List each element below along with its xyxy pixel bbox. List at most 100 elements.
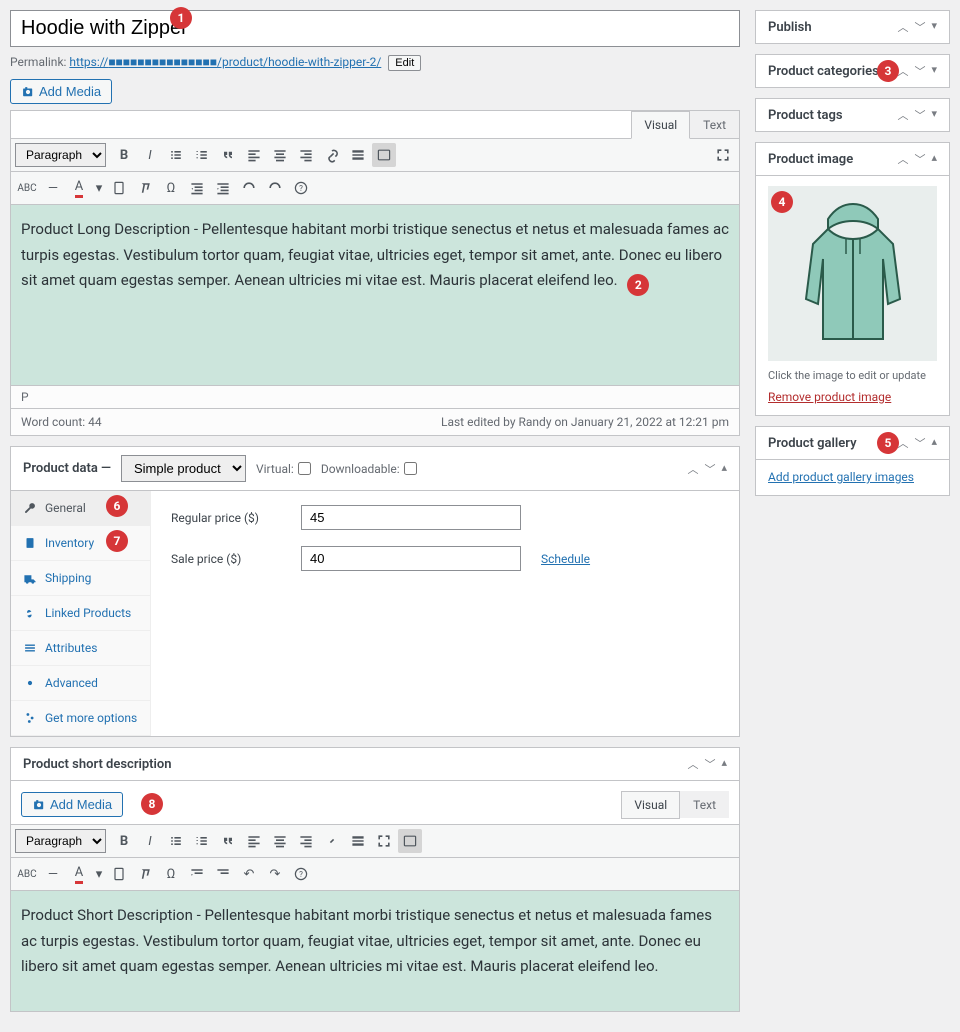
blockquote-icon[interactable]: [216, 829, 240, 853]
chevron-down-icon[interactable]: ﹀: [914, 19, 925, 35]
chevron-up-icon[interactable]: ︿: [897, 435, 908, 451]
visual-tab-short[interactable]: Visual: [621, 791, 680, 819]
link-icon[interactable]: [320, 829, 344, 853]
text-color-chevron-icon[interactable]: ▾: [93, 176, 105, 200]
redo-icon[interactable]: [263, 176, 287, 200]
remove-image-link[interactable]: Remove product image: [768, 390, 891, 404]
blockquote-icon[interactable]: [216, 143, 240, 167]
short-description-editor[interactable]: Product Short Description - Pellentesque…: [11, 891, 739, 1011]
insert-more-icon[interactable]: [346, 829, 370, 853]
toolbar-toggle-icon[interactable]: [372, 143, 396, 167]
bold-icon[interactable]: B: [112, 143, 136, 167]
chevron-down-icon[interactable]: ﹀: [914, 435, 925, 451]
hr-icon[interactable]: —: [41, 862, 65, 886]
long-description-editor[interactable]: Product Long Description - Pellentesque …: [11, 205, 739, 385]
align-right-icon[interactable]: [294, 143, 318, 167]
indent-icon[interactable]: [211, 176, 235, 200]
permalink-edit-button[interactable]: Edit: [388, 55, 421, 71]
outdent-icon[interactable]: [185, 862, 209, 886]
tab-linked[interactable]: Linked Products: [11, 596, 150, 631]
link-icon[interactable]: [320, 143, 344, 167]
add-media-button-short[interactable]: Add Media: [21, 792, 123, 817]
chevron-up-icon[interactable]: ︿: [897, 151, 908, 167]
numbered-list-icon[interactable]: [190, 829, 214, 853]
text-tab[interactable]: Text: [690, 111, 739, 138]
tab-shipping[interactable]: Shipping: [11, 561, 150, 596]
bold-icon[interactable]: B: [112, 829, 136, 853]
add-gallery-link[interactable]: Add product gallery images: [768, 470, 914, 484]
clear-format-icon[interactable]: [133, 176, 157, 200]
strike-icon[interactable]: ABC: [15, 862, 39, 886]
schedule-link[interactable]: Schedule: [541, 552, 590, 566]
italic-icon[interactable]: I: [138, 829, 162, 853]
tab-general[interactable]: General 6: [11, 491, 150, 526]
text-color-icon[interactable]: A: [67, 862, 91, 886]
italic-icon[interactable]: I: [138, 143, 162, 167]
chevron-up-icon[interactable]: ︿: [897, 63, 908, 79]
hr-icon[interactable]: —: [41, 176, 65, 200]
product-image[interactable]: [768, 186, 937, 361]
tab-advanced[interactable]: Advanced: [11, 666, 150, 701]
special-char-icon[interactable]: Ω: [159, 176, 183, 200]
sale-price-input[interactable]: [301, 546, 521, 571]
special-char-icon[interactable]: Ω: [159, 862, 183, 886]
product-type-select[interactable]: Simple product: [121, 455, 246, 482]
visual-tab[interactable]: Visual: [631, 111, 690, 139]
paste-text-icon[interactable]: [107, 176, 131, 200]
triangle-up-icon[interactable]: ▴: [931, 151, 937, 167]
text-color-chevron-icon[interactable]: ▾: [93, 862, 105, 886]
triangle-down-icon[interactable]: ▾: [931, 19, 937, 35]
help-icon[interactable]: ?: [289, 862, 313, 886]
bullet-list-icon[interactable]: [164, 143, 188, 167]
triangle-up-icon[interactable]: ▴: [721, 756, 727, 772]
align-center-icon[interactable]: [268, 143, 292, 167]
virtual-checkbox[interactable]: [298, 462, 311, 475]
triangle-down-icon[interactable]: ▾: [931, 107, 937, 123]
outdent-icon[interactable]: [185, 176, 209, 200]
element-path: P: [11, 385, 739, 408]
numbered-list-icon[interactable]: [190, 143, 214, 167]
strike-icon[interactable]: ABC: [15, 176, 39, 200]
chevron-up-icon[interactable]: ︿: [687, 461, 698, 477]
chevron-up-icon[interactable]: ︿: [687, 756, 698, 772]
chevron-down-icon[interactable]: ﹀: [704, 756, 715, 772]
chevron-down-icon[interactable]: ﹀: [914, 107, 925, 123]
text-tab-short[interactable]: Text: [680, 791, 729, 818]
insert-more-icon[interactable]: [346, 143, 370, 167]
add-media-button[interactable]: Add Media: [10, 79, 112, 104]
text-color-icon[interactable]: A: [67, 176, 91, 200]
redo-icon[interactable]: ↷: [263, 862, 287, 886]
chevron-down-icon[interactable]: ﹀: [704, 461, 715, 477]
bullet-list-icon[interactable]: [164, 829, 188, 853]
align-center-icon[interactable]: [268, 829, 292, 853]
chevron-up-icon[interactable]: ︿: [897, 107, 908, 123]
triangle-up-icon[interactable]: ▴: [721, 461, 727, 477]
downloadable-checkbox[interactable]: [404, 462, 417, 475]
clear-format-icon[interactable]: [133, 862, 157, 886]
permalink-url[interactable]: https://■■■■■■■■■■■■■■■/product/hoodie-w…: [69, 55, 381, 69]
triangle-down-icon[interactable]: ▾: [931, 63, 937, 79]
align-left-icon[interactable]: [242, 143, 266, 167]
help-icon[interactable]: ?: [289, 176, 313, 200]
tab-inventory[interactable]: Inventory 7: [11, 526, 150, 561]
undo-icon[interactable]: ↶: [237, 862, 261, 886]
indent-icon[interactable]: [211, 862, 235, 886]
chevron-down-icon[interactable]: ﹀: [914, 151, 925, 167]
regular-price-input[interactable]: [301, 505, 521, 530]
triangle-up-icon[interactable]: ▴: [931, 435, 937, 451]
chevron-up-icon[interactable]: ︿: [897, 19, 908, 35]
toolbar-toggle-icon[interactable]: [398, 829, 422, 853]
fullscreen-icon[interactable]: [711, 143, 735, 167]
align-right-icon[interactable]: [294, 829, 318, 853]
tab-attributes[interactable]: Attributes: [11, 631, 150, 666]
chevron-down-icon[interactable]: ﹀: [914, 63, 925, 79]
align-left-icon[interactable]: [242, 829, 266, 853]
format-select-short[interactable]: Paragraph: [15, 829, 106, 853]
product-title-input[interactable]: [10, 10, 740, 47]
fullscreen-icon[interactable]: [372, 829, 396, 853]
undo-icon[interactable]: [237, 176, 261, 200]
format-select[interactable]: Paragraph: [15, 143, 106, 167]
paste-text-icon[interactable]: [107, 862, 131, 886]
tab-more[interactable]: Get more options: [11, 701, 150, 736]
clipboard-icon: [23, 536, 37, 550]
